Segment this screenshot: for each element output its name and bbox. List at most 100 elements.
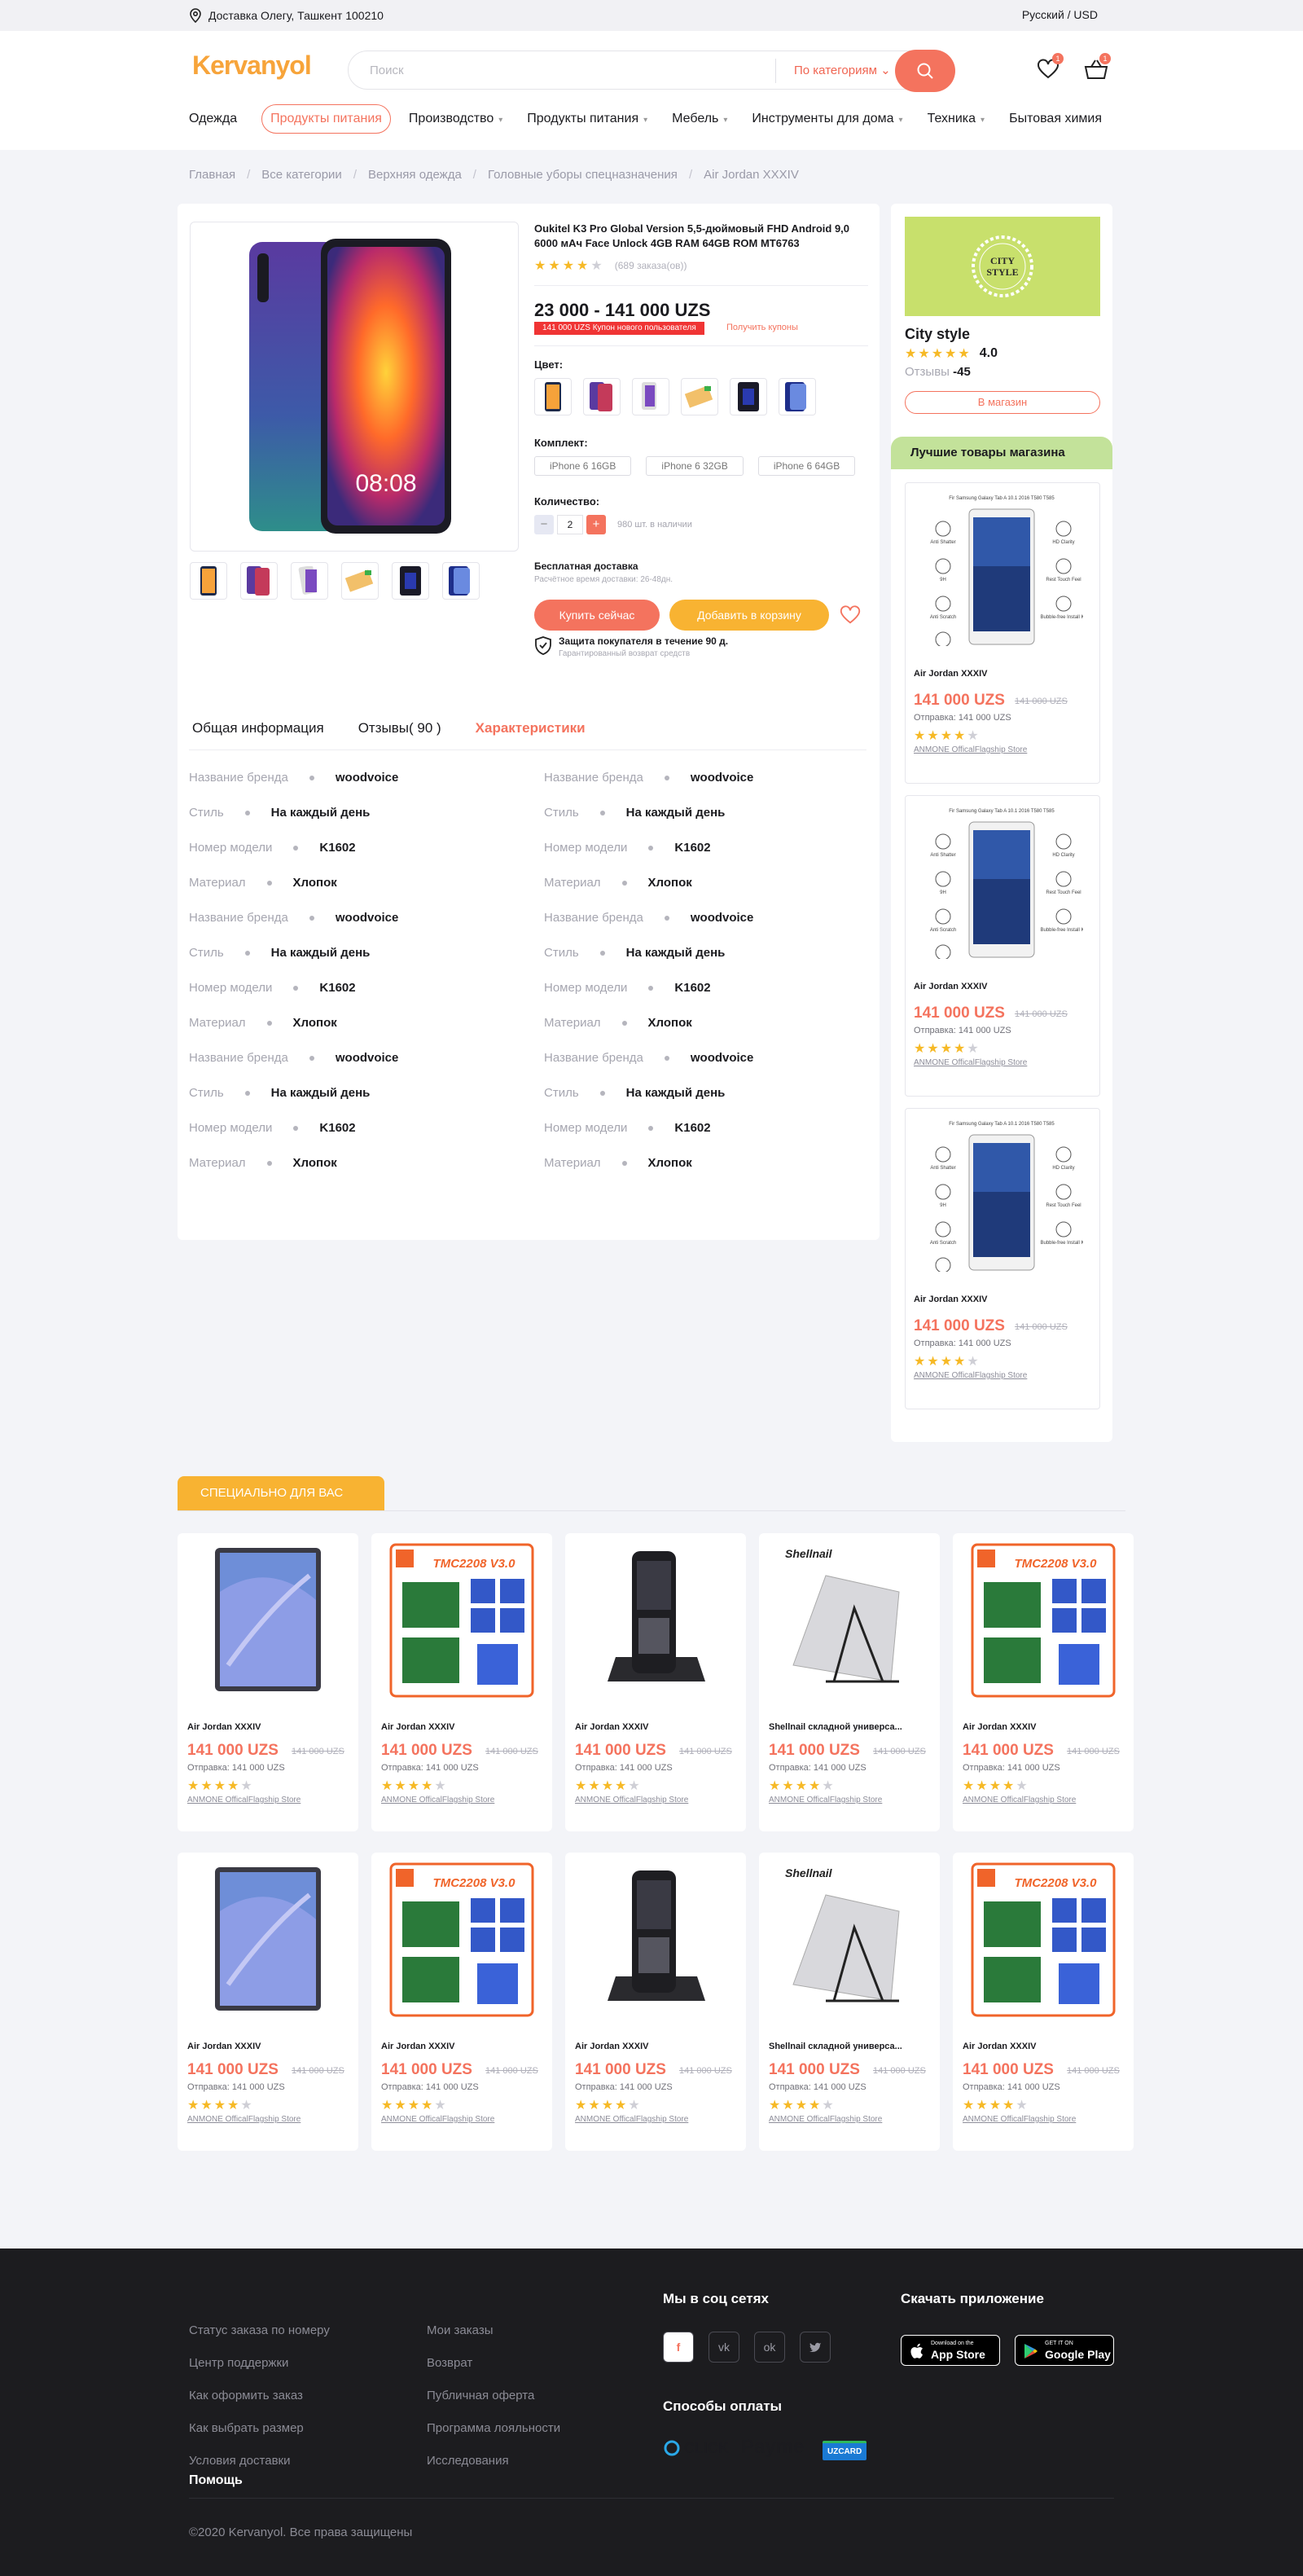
product-card[interactable]: Shellnail Shellnail складной универса... 1… — [759, 1853, 940, 2151]
product-card-title: Air Jordan XXXIV — [963, 1722, 1037, 1732]
product-card[interactable]: TMC2208 V3.0 Air Jordan XXXIV 141 000 UZS 1… — [371, 1853, 552, 2151]
product-card[interactable]: TMC2208 V3.0 Air Jordan XXXIV 141 000 UZS 1… — [953, 1853, 1134, 2151]
footer-link[interactable]: Статус заказа по номеру — [189, 2323, 330, 2337]
odnoklassniki-icon[interactable]: ok — [754, 2332, 785, 2363]
breadcrumb-link[interactable]: Все категории — [261, 168, 342, 182]
nav-item[interactable]: Инструменты для дома ▾ — [752, 112, 902, 126]
thumbnail[interactable] — [442, 562, 480, 600]
tablet-image — [215, 1548, 321, 1691]
delivery-location[interactable]: Доставка Олегу, Ташкент 100210 — [189, 8, 384, 23]
product-card[interactable]: TMC2208 V3.0 Air Jordan XXXIV 141 000 UZS 1… — [371, 1533, 552, 1831]
nav-item[interactable]: Одежда — [189, 112, 237, 126]
product-card-store-link[interactable]: ANMONE OfficalFlagship Store — [381, 2115, 494, 2124]
color-swatch[interactable] — [779, 378, 816, 415]
footer-link[interactable]: Как выбрать размер — [189, 2421, 304, 2435]
product-card-store-link[interactable]: ANMONE OfficalFlagship Store — [187, 2115, 301, 2124]
product-card[interactable]: Air Jordan XXXIV 141 000 UZS 141 000 UZS От… — [178, 1533, 358, 1831]
footer-link[interactable]: Возврат — [427, 2356, 472, 2370]
increase-button[interactable]: + — [586, 515, 606, 534]
product-card-store-link[interactable]: ANMONE OfficalFlagship Store — [575, 2115, 688, 2124]
search-input[interactable]: Поиск — [370, 64, 404, 77]
color-swatch[interactable] — [534, 378, 572, 415]
footer-link[interactable]: Условия доставки — [189, 2454, 290, 2468]
buy-now-button[interactable]: Купить сейчас — [534, 600, 660, 631]
nav-item-active[interactable]: Продукты питания — [261, 104, 391, 134]
store-name[interactable]: City style — [905, 326, 970, 343]
product-card-store-link[interactable]: ANMONE OfficalFlagship Store — [914, 1371, 1027, 1380]
kit-option[interactable]: iPhone 6 64GB — [757, 456, 856, 476]
product-card[interactable]: Shellnail Shellnail складной универса... 1… — [759, 1533, 940, 1831]
google-play-button[interactable]: GET IT ON Google Play — [1015, 2335, 1114, 2366]
footer-link[interactable]: Мои заказы — [427, 2323, 494, 2337]
best-product-card[interactable]: Fir Samsung Galaxy Tab A 10.1 2016 T580 … — [905, 1108, 1100, 1409]
nav-item[interactable]: Продукты питания ▾ — [527, 112, 647, 126]
product-card-store-link[interactable]: ANMONE OfficalFlagship Store — [187, 1796, 301, 1805]
color-swatch[interactable] — [730, 378, 767, 415]
decrease-button[interactable]: − — [534, 515, 554, 534]
footer-link[interactable]: Исследования — [427, 2454, 509, 2468]
product-card-store-link[interactable]: ANMONE OfficalFlagship Store — [575, 1796, 688, 1805]
logo[interactable]: Kervanyol — [192, 51, 312, 81]
product-card-store-link[interactable]: ANMONE OfficalFlagship Store — [963, 2115, 1076, 2124]
add-to-wishlist-button[interactable] — [839, 604, 862, 626]
footer-link[interactable]: Программа лояльности — [427, 2421, 560, 2435]
footer-link[interactable]: Центр поддержки — [189, 2356, 288, 2370]
color-swatch[interactable] — [583, 378, 621, 415]
best-product-card[interactable]: Fir Samsung Galaxy Tab A 10.1 2016 T580 … — [905, 795, 1100, 1097]
twitter-icon[interactable] — [800, 2332, 831, 2363]
product-main-image[interactable]: 08:08 — [190, 222, 519, 552]
quantity-input[interactable]: 2 — [557, 515, 583, 534]
product-card[interactable]: Air Jordan XXXIV 141 000 UZS 141 000 UZS От… — [565, 1853, 746, 2151]
vk-icon[interactable]: vk — [709, 2332, 739, 2363]
cart-button[interactable]: 1 — [1083, 53, 1111, 81]
nav-item[interactable]: Мебель ▾ — [672, 112, 727, 126]
thumbnail[interactable] — [240, 562, 278, 600]
store-logo[interactable]: CITY STYLE — [905, 217, 1100, 316]
product-card[interactable]: Air Jordan XXXIV 141 000 UZS 141 000 UZS От… — [565, 1533, 746, 1831]
special-for-you-title: СПЕЦИАЛЬНО ДЛЯ ВАС — [178, 1476, 384, 1510]
product-card-store-link[interactable]: ANMONE OfficalFlagship Store — [381, 1796, 494, 1805]
facebook-icon[interactable]: f — [663, 2332, 694, 2363]
category-select[interactable]: По категориям ⌄ — [775, 59, 891, 83]
breadcrumb-link[interactable]: Головные уборы спецназначения — [488, 168, 678, 182]
product-card-store-link[interactable]: ANMONE OfficalFlagship Store — [769, 1796, 882, 1805]
product-card-store-link[interactable]: ANMONE OfficalFlagship Store — [769, 2115, 882, 2124]
nav-item[interactable]: Производство ▾ — [409, 112, 502, 126]
footer-link[interactable]: Как оформить заказ — [189, 2389, 303, 2402]
app-store-button[interactable]: Download on the App Store — [901, 2335, 1000, 2366]
nav-item[interactable]: Техника ▾ — [928, 112, 985, 126]
tab-specs[interactable]: Характеристики — [476, 720, 586, 736]
get-coupon-link[interactable]: Получить купоны — [726, 323, 798, 332]
nav-item[interactable]: Бытовая химия — [1009, 112, 1102, 126]
product-card-store-link[interactable]: ANMONE OfficalFlagship Store — [963, 1796, 1076, 1805]
add-to-cart-button[interactable]: Добавить в корзину — [669, 600, 829, 631]
bullet-dot — [621, 880, 627, 886]
breadcrumb-link[interactable]: Главная — [189, 168, 235, 182]
kit-option[interactable]: iPhone 6 16GB — [534, 456, 632, 476]
breadcrumb-link[interactable]: Верхняя одежда — [368, 168, 462, 182]
thumbnail[interactable] — [291, 562, 328, 600]
color-swatch[interactable] — [681, 378, 718, 415]
kit-option[interactable]: iPhone 6 32GB — [646, 456, 744, 476]
best-product-card[interactable]: Fir Samsung Galaxy Tab A 10.1 2016 T580 … — [905, 482, 1100, 784]
go-to-store-button[interactable]: В магазин — [905, 391, 1100, 414]
color-options — [534, 378, 816, 415]
star-icon: ★ — [905, 347, 917, 361]
search-button[interactable] — [895, 50, 955, 92]
product-card-store-link[interactable]: ANMONE OfficalFlagship Store — [914, 745, 1027, 754]
footer-link[interactable]: Публичная оферта — [427, 2389, 534, 2402]
thumbnail[interactable] — [190, 562, 227, 600]
language-currency-switch[interactable]: Русский / USD — [1022, 8, 1098, 21]
tab-reviews[interactable]: Отзывы( 90 ) — [358, 720, 441, 736]
tab-general[interactable]: Общая информация — [192, 720, 324, 736]
wishlist-badge: 1 — [1052, 53, 1064, 64]
wishlist-button[interactable]: 1 — [1036, 53, 1064, 81]
product-card[interactable]: Air Jordan XXXIV 141 000 UZS 141 000 UZS От… — [178, 1853, 358, 2151]
product-card-store-link[interactable]: ANMONE OfficalFlagship Store — [914, 1058, 1027, 1067]
thumbnail[interactable] — [392, 562, 429, 600]
star-icon: ★ — [548, 259, 560, 273]
product-card[interactable]: TMC2208 V3.0 Air Jordan XXXIV 141 000 UZS 1… — [953, 1533, 1134, 1831]
thumbnail[interactable] — [341, 562, 379, 600]
color-swatch[interactable] — [632, 378, 669, 415]
payment-methods-title: Способы оплаты — [663, 2398, 783, 2414]
